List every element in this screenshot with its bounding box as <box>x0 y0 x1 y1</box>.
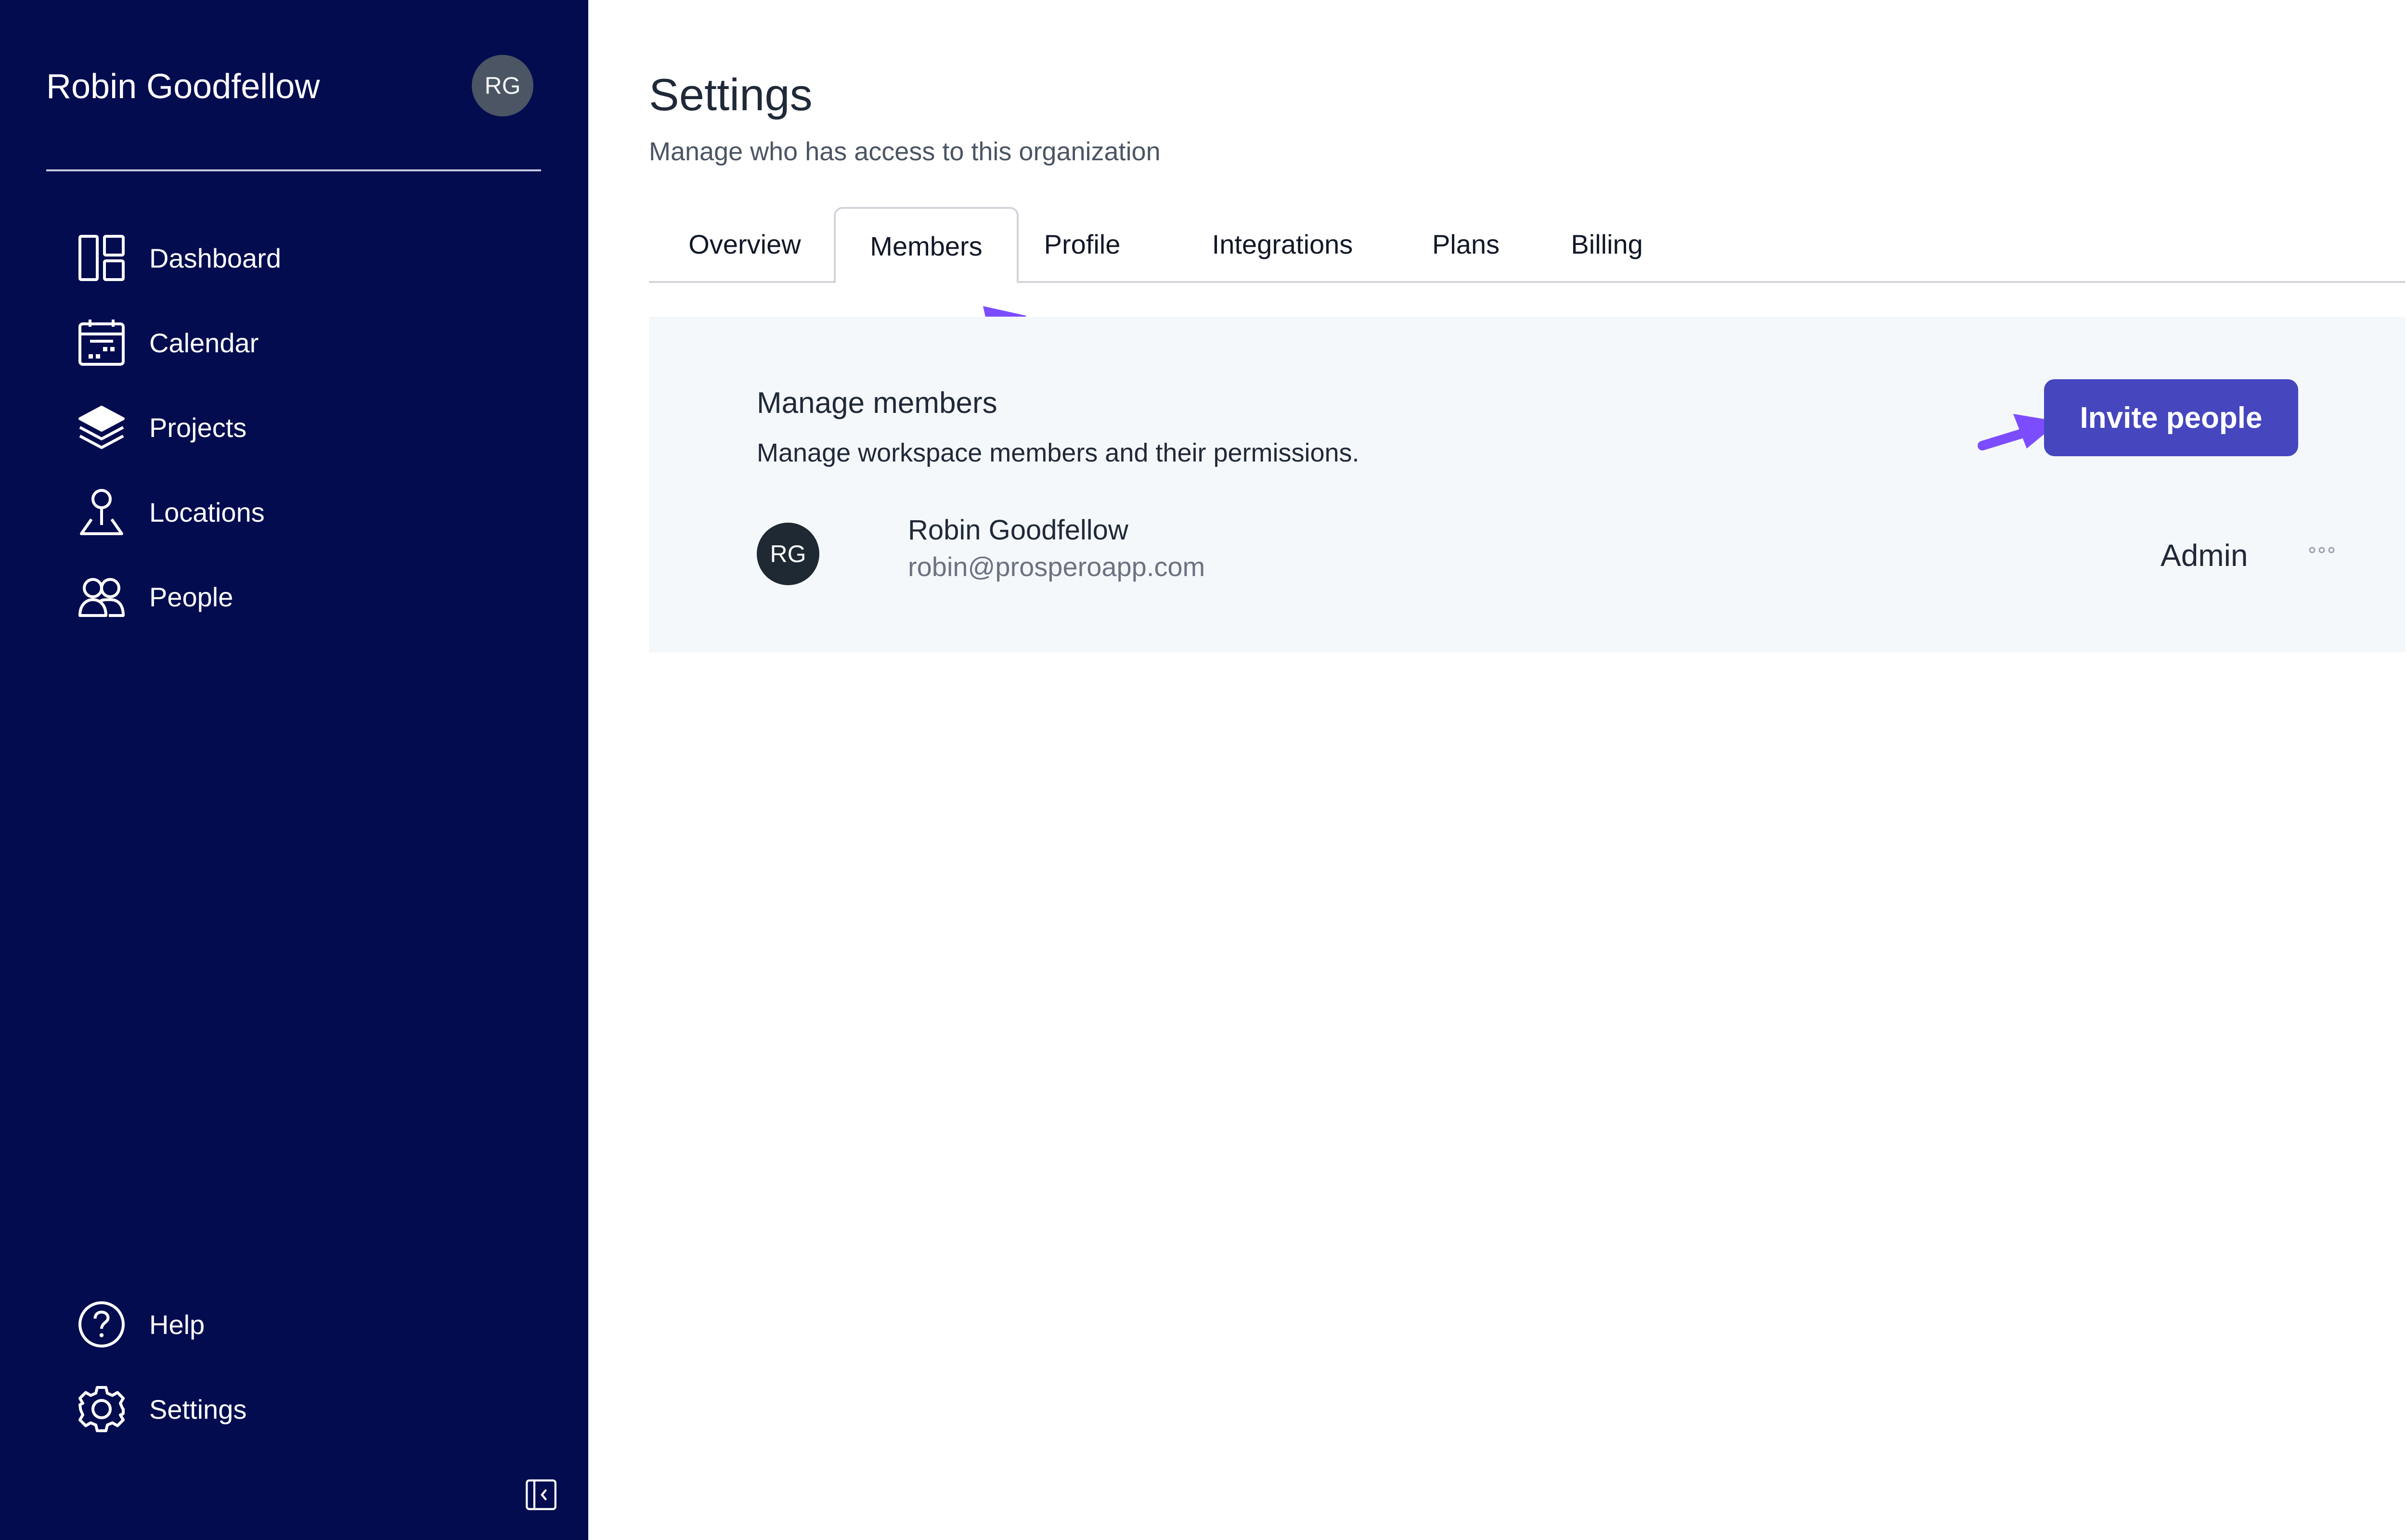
sidebar-item-calendar[interactable]: Calendar <box>77 314 549 372</box>
sidebar-item-label: Locations <box>149 497 265 527</box>
tab-billing[interactable]: Billing <box>1548 207 1666 281</box>
manage-members-card: Manage members Manage workspace members … <box>649 317 2405 653</box>
card-description: Manage workspace members and their permi… <box>757 438 1359 467</box>
sidebar-item-help[interactable]: Help <box>77 1296 549 1353</box>
invite-people-button[interactable]: Invite people <box>2044 379 2298 456</box>
main-content: Settings Manage who has access to this o… <box>588 0 2407 1540</box>
tab-profile[interactable]: Profile <box>1024 207 1140 281</box>
page-title: Settings <box>649 69 813 120</box>
sidebar-item-label: People <box>149 581 233 612</box>
sidebar-item-locations[interactable]: Locations <box>77 483 549 541</box>
sidebar-user-name[interactable]: Robin Goodfellow <box>46 63 320 111</box>
tab-overview[interactable]: Overview <box>668 207 821 281</box>
sidebar-item-people[interactable]: People <box>77 568 549 626</box>
collapse-sidebar-icon <box>524 1478 558 1514</box>
sidebar-item-settings[interactable]: Settings <box>77 1380 549 1438</box>
member-name: Robin Goodfellow <box>908 514 1128 546</box>
tab-plans[interactable]: Plans <box>1416 207 1515 281</box>
sidebar-item-label: Projects <box>149 412 247 443</box>
layers-icon <box>77 403 126 452</box>
sidebar-divider <box>46 169 541 171</box>
avatar: RG <box>757 523 819 585</box>
member-email: robin@prosperoapp.com <box>908 552 1205 582</box>
sidebar-item-dashboard[interactable]: Dashboard <box>77 229 549 287</box>
sidebar-item-label: Settings <box>149 1394 247 1424</box>
sidebar-item-label: Calendar <box>149 327 259 358</box>
avatar[interactable]: RG <box>472 55 533 116</box>
member-role-select[interactable]: Admin <box>2161 535 2248 576</box>
calendar-icon <box>77 318 126 367</box>
dashboard-icon <box>77 233 126 282</box>
settings-tabs: Overview Members Profile Integrations Pl… <box>649 207 2405 283</box>
help-icon <box>77 1300 126 1349</box>
more-options-icon <box>2307 545 2336 557</box>
card-title: Manage members <box>757 386 997 420</box>
sidebar-item-label: Dashboard <box>149 243 281 273</box>
tab-integrations[interactable]: Integrations <box>1181 207 1384 281</box>
tab-members[interactable]: Members <box>834 207 1019 283</box>
gear-icon <box>77 1385 126 1434</box>
sidebar-item-projects[interactable]: Projects <box>77 398 549 456</box>
location-pin-icon <box>77 488 126 537</box>
sidebar-item-label: Help <box>149 1309 205 1340</box>
people-icon <box>77 572 126 621</box>
sidebar: Robin Goodfellow RG Dashboard Calendar P… <box>0 0 588 1540</box>
collapse-sidebar-button[interactable] <box>524 1478 558 1513</box>
page-subtitle: Manage who has access to this organizati… <box>649 137 1161 166</box>
member-options-button[interactable] <box>2300 534 2343 568</box>
